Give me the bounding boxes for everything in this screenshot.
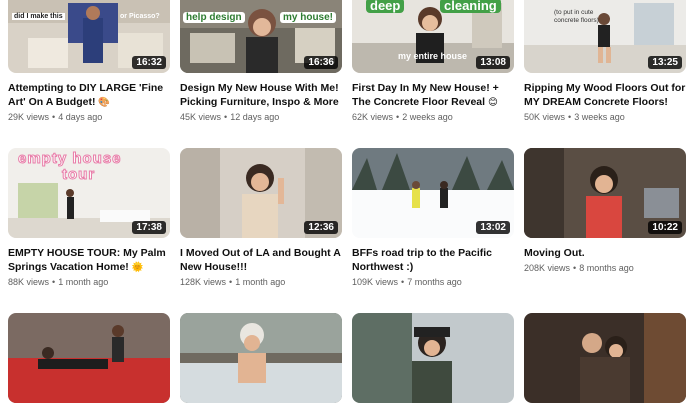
video-title[interactable]: BFFs road trip to the Pacific Northwest …	[352, 246, 514, 274]
thumbnail-overlay-text: tour	[61, 166, 96, 184]
thumbnail-overlay-text: help design	[183, 12, 245, 23]
view-count: 88K views	[8, 277, 50, 287]
video-title-text: I Moved Out of LA and Bought A New House…	[180, 247, 341, 273]
video-meta: 29K views • 4 days ago	[8, 112, 103, 122]
duration-badge: 13:25	[648, 56, 682, 69]
video-title[interactable]: First Day In My New House! + The Concret…	[352, 81, 514, 109]
duration-badge: 13:08	[476, 56, 510, 69]
video-thumbnail[interactable]	[524, 313, 686, 403]
video-thumbnail[interactable]	[352, 313, 514, 403]
video-card[interactable]: 13:02 BFFs road trip to the Pacific Nort…	[352, 148, 514, 288]
duration-badge: 10:22	[648, 221, 682, 234]
upload-age: 2 weeks ago	[402, 112, 453, 122]
video-card[interactable]: 10:22 Moving Out. 208K views • 8 months ag…	[524, 148, 686, 274]
video-thumbnail[interactable]: help design my house! 16:36	[180, 0, 342, 73]
thumbnail-image	[524, 313, 686, 403]
duration-badge: 17:38	[132, 221, 166, 234]
video-title[interactable]: I Moved Out of LA and Bought A New House…	[180, 246, 342, 274]
thumbnail-overlay-text: or Picasso?	[120, 13, 160, 20]
video-thumbnail[interactable]	[180, 313, 342, 403]
view-count: 62K views	[352, 112, 394, 122]
video-thumbnail[interactable]: (to put in cute concrete floors) 13:25	[524, 0, 686, 73]
video-title[interactable]: Moving Out.	[524, 246, 686, 260]
thumbnail-overlay-text: my entire house	[398, 51, 468, 61]
video-card[interactable]: empty house tour 17:38 EMPTY HOUSE TOUR:…	[8, 148, 170, 288]
view-count: 208K views	[524, 263, 571, 273]
video-title-text: First Day In My New House! + The Concret…	[352, 82, 499, 108]
upload-age: 8 months ago	[579, 263, 634, 273]
video-thumbnail[interactable]: 10:22	[524, 148, 686, 238]
thumbnail-image	[180, 313, 342, 403]
duration-badge: 16:32	[132, 56, 166, 69]
video-meta: 45K views • 12 days ago	[180, 112, 280, 122]
video-meta: 128K views • 1 month ago	[180, 277, 286, 287]
video-title[interactable]: Attempting to DIY LARGE 'Fine Art' On A …	[8, 81, 170, 109]
thumbnail-overlay-text: empty house	[18, 150, 122, 168]
view-count: 45K views	[180, 112, 222, 122]
video-thumbnail[interactable]: did I make this or Picasso? 16:32	[8, 0, 170, 73]
video-title-text: Attempting to DIY LARGE 'Fine Art' On A …	[8, 82, 164, 108]
video-meta: 109K views • 7 months ago	[352, 277, 462, 287]
thumbnail-image	[8, 313, 170, 403]
thumbnail-overlay-text: concrete floors)	[554, 17, 599, 24]
video-title-text: Moving Out.	[524, 247, 585, 259]
view-count: 29K views	[8, 112, 50, 122]
title-emoji: 🌞	[131, 262, 144, 273]
video-title-text: Ripping My Wood Floors Out for MY DREAM …	[524, 82, 686, 108]
video-card[interactable]: (to put in cute concrete floors) 13:25 R…	[524, 0, 686, 123]
video-grid: did I make this or Picasso? 16:32 Attemp…	[0, 0, 700, 403]
upload-age: 4 days ago	[58, 112, 103, 122]
video-thumbnail[interactable]: deep cleaning my entire house 13:08	[352, 0, 514, 73]
thumbnail-image	[352, 313, 514, 403]
duration-badge: 13:02	[476, 221, 510, 234]
upload-age: 1 month ago	[58, 277, 109, 287]
video-card[interactable]: 12:36 I Moved Out of LA and Bought A New…	[180, 148, 342, 288]
video-title-text: BFFs road trip to the Pacific Northwest …	[352, 247, 493, 273]
upload-age: 12 days ago	[230, 112, 280, 122]
thumbnail-overlay-text: cleaning	[440, 0, 501, 13]
video-card[interactable]: deep cleaning my entire house 13:08 Firs…	[352, 0, 514, 123]
upload-age: 7 months ago	[407, 277, 462, 287]
video-card[interactable]	[524, 313, 686, 403]
upload-age: 3 weeks ago	[574, 112, 625, 122]
view-count: 109K views	[352, 277, 399, 287]
duration-badge: 12:36	[304, 221, 338, 234]
video-card[interactable]	[8, 313, 170, 403]
video-card[interactable]: help design my house! 16:36 Design My Ne…	[180, 0, 342, 123]
video-card[interactable]	[180, 313, 342, 403]
video-meta: 50K views • 3 weeks ago	[524, 112, 625, 122]
video-thumbnail[interactable]: empty house tour 17:38	[8, 148, 170, 238]
thumbnail-overlay-text: deep	[366, 0, 405, 13]
title-emoji: 🎨	[98, 97, 111, 108]
thumbnail-overlay-text: my house!	[280, 12, 337, 23]
duration-badge: 16:36	[304, 56, 338, 69]
upload-age: 1 month ago	[235, 277, 286, 287]
thumbnail-overlay-text: (to put in cute	[554, 9, 594, 16]
video-title[interactable]: Design My New House With Me! Picking Fur…	[180, 81, 342, 109]
video-title-text: Design My New House With Me! Picking Fur…	[180, 82, 339, 108]
video-thumbnail[interactable]: 12:36	[180, 148, 342, 238]
video-meta: 208K views • 8 months ago	[524, 263, 634, 273]
thumbnail-overlay-text: did I make this	[12, 13, 65, 20]
video-card[interactable]: did I make this or Picasso? 16:32 Attemp…	[8, 0, 170, 123]
video-card[interactable]	[352, 313, 514, 403]
video-title[interactable]: EMPTY HOUSE TOUR: My Palm Springs Vacati…	[8, 246, 170, 274]
video-meta: 88K views • 1 month ago	[8, 277, 109, 287]
video-thumbnail[interactable]	[8, 313, 170, 403]
view-count: 50K views	[524, 112, 566, 122]
video-title[interactable]: Ripping My Wood Floors Out for MY DREAM …	[524, 81, 686, 109]
title-emoji: 😊	[487, 97, 498, 108]
view-count: 128K views	[180, 277, 227, 287]
video-thumbnail[interactable]: 13:02	[352, 148, 514, 238]
video-meta: 62K views • 2 weeks ago	[352, 112, 453, 122]
